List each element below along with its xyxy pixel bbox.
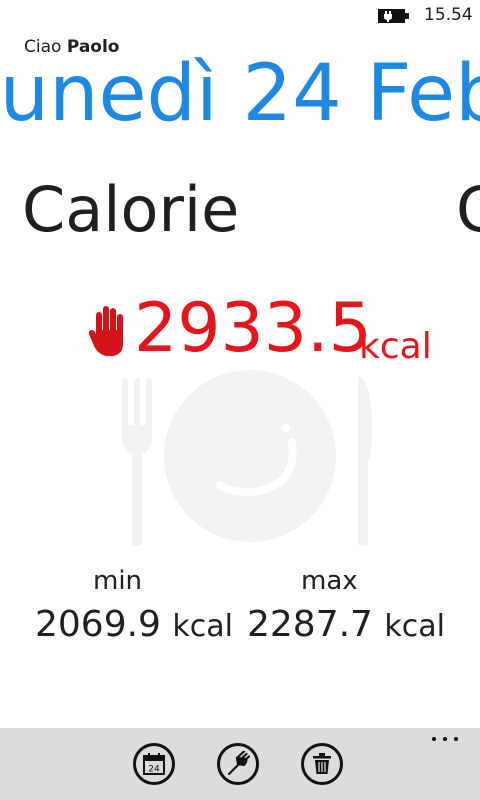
min-calories-unit: kcal — [172, 609, 234, 644]
calendar-icon: 24 — [143, 753, 165, 775]
max-calories-unit: kcal — [384, 609, 446, 644]
max-calories: 2287.7 kcal — [247, 604, 445, 645]
fork-icon — [227, 751, 251, 776]
meal-button[interactable] — [217, 743, 259, 785]
total-calories-unit: kcal — [359, 326, 432, 367]
max-calories-value: 2287.7 — [247, 604, 373, 645]
status-bar: 15.54 — [0, 0, 480, 32]
min-calories-value: 2069.9 — [35, 604, 161, 645]
clock: 15.54 — [424, 5, 473, 25]
min-calories: 2069.9 kcal — [35, 604, 233, 645]
battery-charging-icon — [378, 9, 409, 23]
delete-button[interactable] — [301, 743, 343, 785]
total-calories-value: 2933.5 — [134, 289, 372, 368]
next-section-title-peek[interactable]: C — [456, 175, 480, 244]
panorama-title: lunedì 24 Febbraio — [0, 49, 480, 139]
trash-icon — [313, 753, 331, 774]
calendar-button[interactable]: 24 — [133, 743, 175, 785]
plate-cutlery-icon — [122, 370, 372, 546]
min-label: min — [93, 566, 143, 596]
section-title-calorie[interactable]: Calorie — [22, 175, 239, 244]
screen: 15.54 Ciao Paolo lunedì 24 Febbraio Calo… — [0, 0, 480, 800]
stop-hand-icon — [88, 306, 123, 356]
max-label: max — [301, 566, 358, 596]
calendar-day: 24 — [148, 765, 160, 775]
app-bar: 24 — [0, 728, 480, 800]
more-dots-icon[interactable] — [430, 732, 460, 744]
